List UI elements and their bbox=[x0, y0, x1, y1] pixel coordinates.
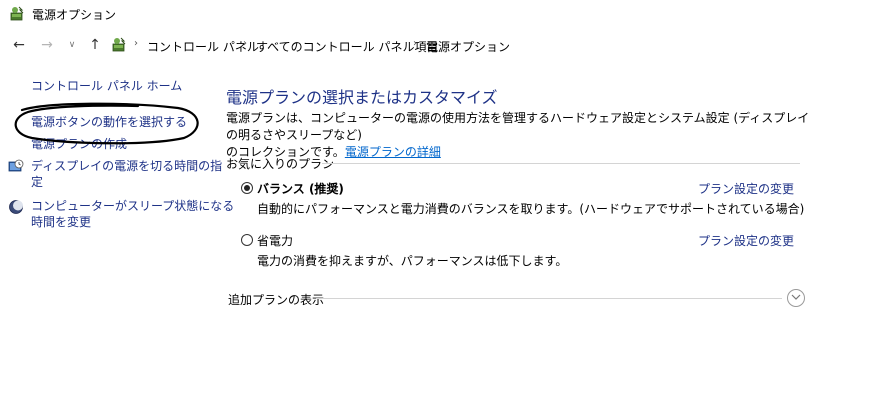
description-line1: 電源プランは、コンピューターの電源の使用方法を管理するハードウェア設定とシステム… bbox=[226, 111, 810, 142]
favorites-group-label: お気に入りのプラン bbox=[226, 157, 335, 171]
plan-power-saver-radio[interactable] bbox=[241, 234, 253, 246]
power-options-icon bbox=[10, 6, 24, 21]
plan-power-saver-settings-link[interactable]: プラン設定の変更 bbox=[698, 232, 794, 249]
breadcrumb-chevron-icon[interactable]: › bbox=[243, 38, 247, 49]
additional-plans-label[interactable]: 追加プランの表示 bbox=[228, 291, 324, 308]
plan-balanced-settings-link[interactable]: プラン設定の変更 bbox=[698, 180, 794, 197]
plan-balanced-description: 自動的にパフォーマンスと電力消費のバランスを取ります。(ハードウェアでサポートさ… bbox=[257, 202, 805, 216]
power-options-icon bbox=[112, 37, 126, 52]
plan-balanced-name[interactable]: バランス (推奨) bbox=[257, 180, 344, 197]
plan-power-saver-description: 電力の消費を抑えますが、パフォーマンスは低下します。 bbox=[257, 254, 568, 268]
sidebar-item-sleep-time[interactable]: コンピューターがスリープ状態になる bbox=[31, 198, 234, 215]
title-bar: 電源オプション bbox=[0, 0, 880, 28]
breadcrumb-all-items[interactable]: すべてのコントロール パネル項目 bbox=[256, 38, 439, 55]
page-description: 電源プランは、コンピューターの電源の使用方法を管理するハードウェア設定とシステム… bbox=[226, 110, 816, 161]
recent-locations-chevron-icon[interactable]: ∨ bbox=[63, 36, 81, 54]
hand-drawn-circle-annotation bbox=[14, 102, 199, 145]
breadcrumb-chevron-icon[interactable]: › bbox=[134, 38, 138, 49]
breadcrumb-power-options[interactable]: 電源オプション bbox=[426, 38, 510, 55]
sidebar-item-control-panel-home[interactable]: コントロール パネル ホーム bbox=[31, 78, 182, 95]
window-title: 電源オプション bbox=[32, 8, 117, 22]
additional-plans-divider bbox=[316, 298, 782, 299]
sidebar-item-display-off-time[interactable]: ディスプレイの電源を切る時間の指 bbox=[31, 158, 222, 175]
sidebar-item-sleep-time-cont[interactable]: 時間を変更 bbox=[31, 214, 91, 231]
forward-arrow-icon[interactable]: → bbox=[38, 36, 56, 54]
chevron-down-icon bbox=[791, 294, 801, 300]
back-arrow-icon[interactable]: ← bbox=[10, 36, 28, 54]
address-bar: ← → ∨ ↑ › コントロール パネル › すべてのコントロール パネル項目 … bbox=[0, 31, 880, 59]
display-clock-icon bbox=[8, 159, 24, 172]
page-title: 電源プランの選択またはカスタマイズ bbox=[226, 88, 498, 107]
favorites-divider bbox=[322, 163, 800, 164]
plan-balanced-radio[interactable] bbox=[241, 182, 253, 194]
breadcrumb-chevron-icon[interactable]: › bbox=[413, 38, 417, 49]
sidebar-item-display-off-time-cont[interactable]: 定 bbox=[31, 174, 43, 191]
up-arrow-icon[interactable]: ↑ bbox=[86, 36, 104, 54]
power-plan-details-link[interactable]: 電源プランの詳細 bbox=[345, 145, 441, 159]
plan-power-saver-name[interactable]: 省電力 bbox=[257, 232, 293, 249]
expand-additional-plans-button[interactable] bbox=[787, 289, 805, 307]
sleep-moon-icon bbox=[9, 200, 23, 214]
